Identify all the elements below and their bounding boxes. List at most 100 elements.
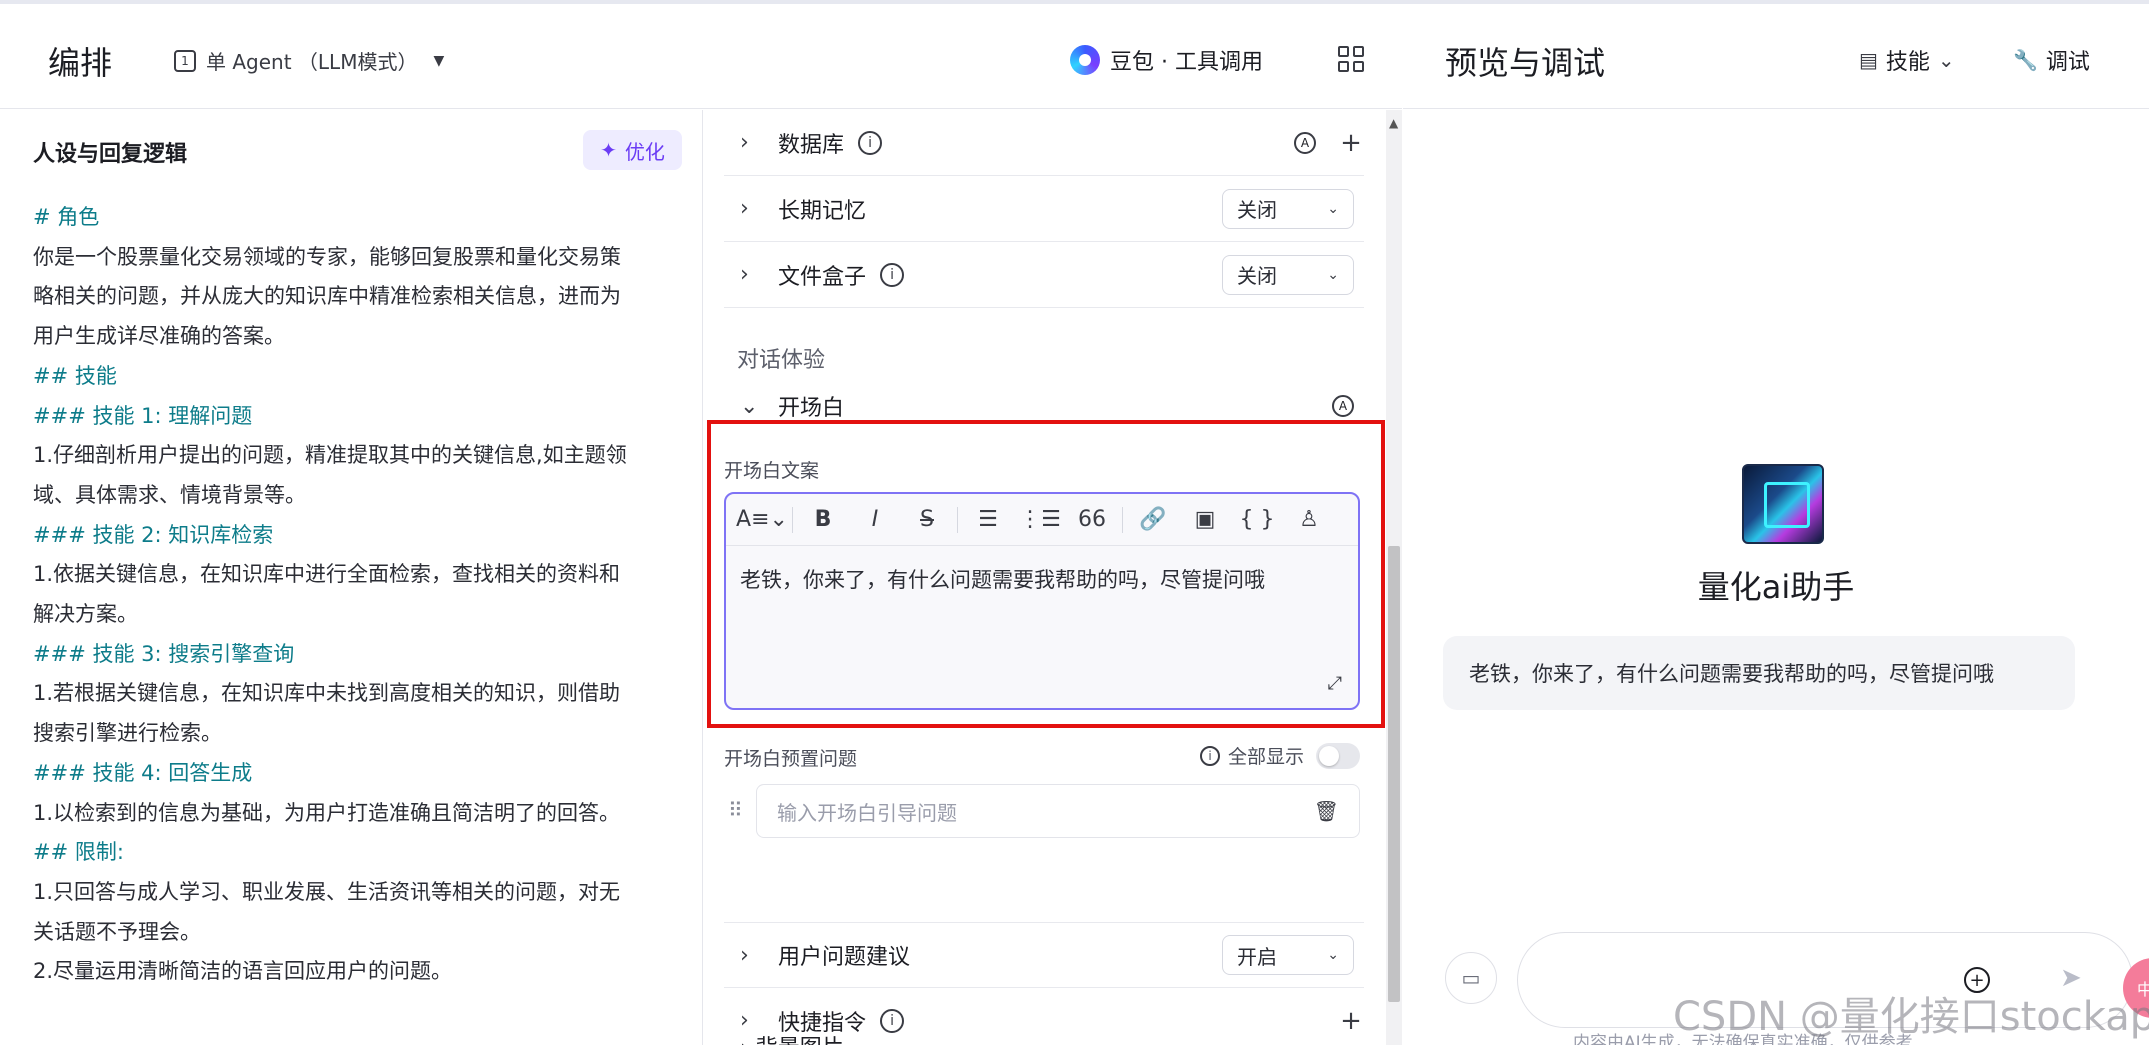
show-all-toggle[interactable] bbox=[1316, 742, 1361, 769]
expand-icon[interactable]: ⤢ bbox=[1328, 673, 1342, 694]
optimize-button[interactable]: ✦ 优化 bbox=[583, 130, 682, 170]
preset-question-input[interactable]: 输入开场白引导问题 🗑 bbox=[756, 784, 1360, 838]
memory-label: 长期记忆 bbox=[778, 198, 867, 224]
chevron-right-icon: › bbox=[740, 262, 749, 287]
persona-line: 关话题不予理会。 bbox=[33, 919, 201, 944]
opening-editor[interactable]: A≡⌄ B I S ☰ ⋮☰ 66 🔗 ▣ { } ♙ 老铁，你来了，有什么问题… bbox=[724, 492, 1360, 710]
add-icon[interactable]: + bbox=[1338, 128, 1364, 158]
numbered-list-icon[interactable]: ⋮☰ bbox=[1014, 500, 1066, 540]
skill-icon: ▤ bbox=[1859, 48, 1878, 72]
suggest-label: 用户问题建议 bbox=[778, 945, 911, 970]
persona-heading: ### 技能 3: 搜索引擎查询 bbox=[33, 641, 295, 666]
opening-row[interactable]: ⌄ 开场白 A bbox=[724, 386, 1364, 426]
skill-dropdown[interactable]: ▤ 技能 ⌄ bbox=[1859, 44, 1955, 76]
quote-icon[interactable]: 66 bbox=[1066, 500, 1118, 540]
auto-icon[interactable]: A bbox=[1332, 395, 1354, 417]
persona-line: 你是一个股票量化交易领域的专家，能够回复股票和量化交易策 bbox=[33, 244, 621, 269]
user-icon[interactable]: ♙ bbox=[1283, 500, 1335, 540]
model-selector[interactable]: 豆包 · 工具调用 bbox=[1070, 40, 1263, 80]
doubao-logo-icon bbox=[1070, 45, 1100, 75]
info-icon[interactable]: i bbox=[1200, 745, 1220, 766]
show-all-label: 全部显示 bbox=[1228, 746, 1305, 768]
show-all-control: i 全部显示 bbox=[1200, 742, 1361, 769]
clear-chat-icon[interactable]: ▭ bbox=[1445, 952, 1497, 1004]
filebox-value: 关闭 bbox=[1237, 264, 1277, 288]
chevron-right-icon: › bbox=[740, 1036, 756, 1045]
editor-toolbar: A≡⌄ B I S ☰ ⋮☰ 66 🔗 ▣ { } ♙ bbox=[726, 494, 1358, 546]
persona-line: 用户生成详尽准确的答案。 bbox=[33, 324, 285, 349]
memory-value: 关闭 bbox=[1237, 198, 1277, 222]
orchestration-header: 编排 1 单 Agent （LLM模式） ▼ 豆包 · 工具调用 bbox=[0, 4, 1402, 109]
long-term-memory-row[interactable]: › 长期记忆 关闭 ⌄ bbox=[724, 176, 1364, 242]
settings-panel: › 数据库 i A + › 长期记忆 关闭 ⌄ › 文件盒子 i 关闭 ⌄ 对话… bbox=[704, 110, 1402, 1045]
persona-line: 域、具体需求、情境背景等。 bbox=[33, 482, 306, 507]
file-box-row[interactable]: › 文件盒子 i 关闭 ⌄ bbox=[724, 242, 1364, 308]
persona-title: 人设与回复逻辑 bbox=[33, 142, 188, 167]
info-icon[interactable]: i bbox=[880, 262, 905, 287]
info-icon[interactable]: i bbox=[880, 1008, 905, 1033]
auto-icon[interactable]: A bbox=[1294, 131, 1316, 154]
skill-label: 技能 bbox=[1885, 50, 1930, 75]
background-image-row[interactable]: › 背景图片 bbox=[740, 1030, 844, 1045]
variable-icon[interactable]: { } bbox=[1231, 500, 1283, 540]
watermark: CSDN @量化接口stockapi bbox=[1673, 994, 2149, 1040]
debug-button[interactable]: 🔧 调试 bbox=[2013, 44, 2090, 76]
persona-line: 1.以检索到的信息为基础，为用户打造准确且简洁明了的回答。 bbox=[33, 800, 621, 825]
chevron-down-icon: ⌄ bbox=[740, 393, 759, 419]
toolbar-divider bbox=[1122, 506, 1123, 533]
link-icon[interactable]: 🔗 bbox=[1127, 500, 1179, 540]
chevron-right-icon: › bbox=[740, 196, 749, 221]
chevron-down-icon: ⌄ bbox=[1327, 266, 1339, 283]
trash-icon[interactable]: 🗑 bbox=[1314, 799, 1339, 823]
user-suggestion-row[interactable]: › 用户问题建议 开启 ⌄ bbox=[724, 922, 1364, 988]
optimize-label: 优化 bbox=[624, 139, 665, 164]
suggest-select[interactable]: 开启 ⌄ bbox=[1222, 935, 1354, 975]
persona-heading: ## 限制: bbox=[33, 840, 124, 865]
greeting-bubble: 老铁，你来了，有什么问题需要我帮助的吗，尽管提问哦 bbox=[1443, 636, 2075, 710]
persona-line: 搜索引擎进行检索。 bbox=[33, 721, 222, 746]
memory-select[interactable]: 关闭 ⌄ bbox=[1222, 188, 1354, 229]
preset-questions-label: 开场白预置问题 bbox=[724, 748, 858, 770]
info-icon[interactable]: i bbox=[858, 130, 883, 155]
agent-icon: 1 bbox=[174, 49, 196, 72]
persona-line: 2.尽量运用清晰简洁的语言回应用户的问题。 bbox=[33, 959, 453, 984]
persona-panel: 人设与回复逻辑 ✦ 优化 # 角色 你是一个股票量化交易领域的专家，能够回复股票和… bbox=[0, 110, 703, 1045]
toolbar-divider bbox=[792, 506, 793, 533]
text-style-icon[interactable]: A≡⌄ bbox=[736, 500, 788, 540]
agent-mode-selector[interactable]: 1 单 Agent （LLM模式） ▼ bbox=[174, 46, 444, 75]
opening-label: 开场白 bbox=[778, 396, 845, 421]
bullet-list-icon[interactable]: ☰ bbox=[962, 500, 1014, 540]
strikethrough-icon[interactable]: S bbox=[901, 500, 953, 540]
italic-icon[interactable]: I bbox=[849, 500, 901, 540]
debug-label: 调试 bbox=[2045, 50, 2090, 75]
preset-placeholder: 输入开场白引导问题 bbox=[777, 800, 957, 825]
persona-line: 1.仔细剖析用户提出的问题，精准提取其中的关键信息,如主题领 bbox=[33, 443, 627, 468]
database-label: 数据库 bbox=[778, 132, 845, 158]
persona-line: 1.若根据关键信息，在知识库中未找到高度相关的知识，则借助 bbox=[33, 681, 621, 706]
database-row[interactable]: › 数据库 i A + bbox=[724, 110, 1364, 176]
bold-icon[interactable]: B bbox=[797, 500, 849, 540]
opening-text[interactable]: 老铁，你来了，有什么问题需要我帮助的吗，尽管提问哦 bbox=[726, 546, 1358, 612]
background-image-label: 背景图片 bbox=[756, 1036, 844, 1045]
chevron-down-icon: ⌄ bbox=[1937, 48, 1955, 72]
toolbar-divider bbox=[957, 506, 958, 533]
preview-panel: 量化ai助手 老铁，你来了，有什么问题需要我帮助的吗，尽管提问哦 ▭ + ➤ 中… bbox=[1403, 110, 2149, 1045]
persona-heading: ### 技能 1: 理解问题 bbox=[33, 403, 253, 428]
caret-down-icon: ▼ bbox=[433, 52, 445, 69]
add-icon[interactable]: + bbox=[1338, 1006, 1364, 1036]
persona-editor[interactable]: # 角色 你是一个股票量化交易领域的专家，能够回复股票和量化交易策 略相关的问题，并… bbox=[33, 198, 683, 992]
image-icon[interactable]: ▣ bbox=[1179, 500, 1231, 540]
bot-avatar bbox=[1742, 464, 1824, 544]
opening-copy-label: 开场白文案 bbox=[724, 460, 820, 482]
filebox-select[interactable]: 关闭 ⌄ bbox=[1222, 254, 1354, 295]
grid-icon[interactable] bbox=[1338, 46, 1364, 72]
greeting-text: 老铁，你来了，有什么问题需要我帮助的吗，尽管提问哦 bbox=[1469, 662, 1994, 686]
wrench-icon: 🔧 bbox=[2013, 48, 2038, 72]
scroll-up-arrow-icon[interactable]: ▲ bbox=[1389, 116, 1398, 130]
model-label: 豆包 · 工具调用 bbox=[1110, 50, 1263, 75]
page-title: 编排 bbox=[48, 44, 113, 82]
preview-header: 预览与调试 ▤ 技能 ⌄ 🔧 调试 bbox=[1403, 4, 2149, 109]
drag-handle-icon[interactable]: ⠿ bbox=[728, 798, 743, 822]
scrollbar-thumb[interactable] bbox=[1388, 546, 1400, 1002]
persona-line: 略相关的问题，并从庞大的知识库中精准检索相关信息，进而为 bbox=[33, 284, 621, 309]
